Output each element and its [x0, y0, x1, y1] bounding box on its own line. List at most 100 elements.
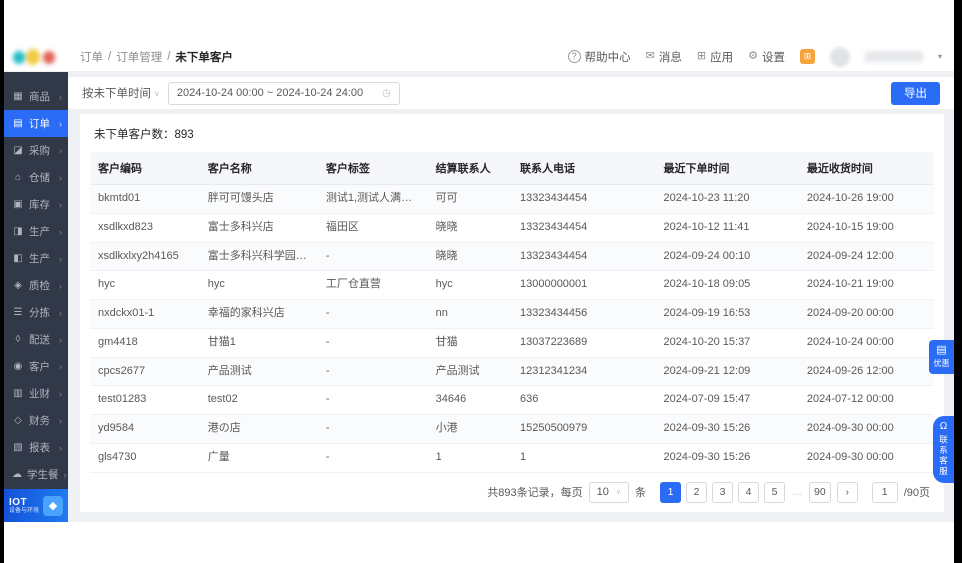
- sidebar-item-reports[interactable]: ▧ 报表 ›: [4, 434, 68, 461]
- table-cell: 港の店: [199, 414, 318, 444]
- chevron-right-icon: ›: [59, 361, 62, 372]
- chevron-down-icon[interactable]: ▾: [938, 52, 942, 61]
- table-cell: 2024-10-20 15:37: [655, 328, 799, 358]
- page-button-5[interactable]: 5: [764, 481, 786, 503]
- sidebar-item-label: 质检: [29, 280, 50, 292]
- student-meals-icon: ☁: [12, 468, 22, 480]
- sidebar-item-sorting[interactable]: ☰ 分拣 ›: [4, 299, 68, 326]
- iot-badge[interactable]: IOT 设备与环境 ◆: [4, 489, 68, 522]
- export-button[interactable]: 导出: [891, 81, 940, 105]
- customer-service-float-button[interactable]: Ω 联系客服: [933, 416, 954, 483]
- sidebar-nav: ▦ 商品 › ▤ 订单 › ◪ 采购 › ⌂ 仓储 › ▣ 库存 › ◨ 生产 › ◧ 生产 › ◈ 质检 › ☰ 分拣 › ◊ 配送 ›…: [4, 72, 68, 488]
- chevron-right-icon: ›: [59, 145, 62, 156]
- total-records-text: 共893条记录，每页: [487, 487, 583, 499]
- table-cell: hyc: [199, 270, 318, 300]
- table-cell: 15250500979: [511, 414, 656, 444]
- page-jump-input[interactable]: [871, 481, 898, 503]
- settings-button[interactable]: ⚙ 设置: [748, 49, 785, 65]
- sidebar-item-goods[interactable]: ▦ 商品 ›: [4, 83, 68, 110]
- sidebar-item-label: 订单: [29, 118, 50, 130]
- chevron-right-icon: ›: [59, 307, 62, 318]
- sidebar-item-warehouse[interactable]: ⌂ 仓储 ›: [4, 164, 68, 191]
- messages-icon: ✉: [645, 50, 655, 62]
- sidebar-item-inventory[interactable]: ▣ 库存 ›: [4, 191, 68, 218]
- page-button-4[interactable]: 4: [738, 481, 760, 503]
- breadcrumb-separator: /: [167, 50, 171, 63]
- column-header: 客户编码: [90, 152, 200, 185]
- sidebar-item-production-1[interactable]: ◨ 生产 ›: [4, 218, 68, 245]
- app-window: 订单 / 订单管理 / 未下单客户 ? 帮助中心 ✉ 消息 ⊞ 应用 ⚙ 设置 ⊞ ▾ ▦ 商品 › ▤ 订单 › ◪…: [4, 0, 954, 563]
- filter-time-dropdown[interactable]: 按未下单时间 ∨: [82, 85, 160, 101]
- sidebar-item-delivery[interactable]: ◊ 配送 ›: [4, 326, 68, 353]
- sidebar-item-quality[interactable]: ◈ 质检 ›: [4, 272, 68, 299]
- breadcrumb-item[interactable]: 订单: [80, 49, 103, 65]
- table-cell: 2024-10-15 19:00: [798, 213, 934, 243]
- sidebar-item-student-meals[interactable]: ☁ 学生餐 ›: [4, 461, 68, 488]
- user-avatar[interactable]: [829, 46, 850, 67]
- table-cell: 2024-10-24 00:00: [798, 328, 934, 358]
- table-cell: 2024-09-24 00:10: [655, 242, 799, 272]
- table-cell: gls4730: [90, 443, 200, 473]
- chevron-right-icon: ›: [59, 253, 62, 264]
- sidebar-item-finance[interactable]: ◇ 财务 ›: [4, 407, 68, 434]
- sidebar-item-business-finance[interactable]: ▥ 业财 ›: [4, 380, 68, 407]
- sidebar-item-purchase[interactable]: ◪ 采购 ›: [4, 137, 68, 164]
- help-center-button[interactable]: ? 帮助中心: [567, 49, 631, 65]
- pagination: 共893条记录，每页 10 ∨ 条 12345 … 90 › /90页: [90, 473, 934, 512]
- table-cell: bkmtd01: [90, 184, 200, 214]
- breadcrumb-item[interactable]: 订单管理: [116, 49, 162, 65]
- warehouse-icon: ⌂: [14, 171, 22, 183]
- table-cell: 12312341234: [511, 357, 656, 387]
- next-page-button[interactable]: ›: [836, 481, 858, 503]
- sidebar-item-label: 分拣: [29, 307, 50, 319]
- table-cell: 2024-09-26 12:00: [798, 357, 934, 387]
- sidebar-item-customers[interactable]: ◉ 客户 ›: [4, 353, 68, 380]
- page-button-3[interactable]: 3: [712, 481, 734, 503]
- sidebar-item-label: 学生餐: [27, 469, 59, 481]
- table-cell: 测试1,测试人满测试A...: [317, 184, 428, 214]
- production-1-icon: ◨: [13, 225, 23, 237]
- sidebar-item-label: 财务: [29, 415, 50, 427]
- table-row: yd9584 港の店 - 小港 15250500979 2024-09-30 15:26 2…: [90, 414, 934, 444]
- table-cell: 福田区: [317, 213, 428, 243]
- chevron-right-icon: ›: [63, 469, 67, 480]
- goods-icon: ▦: [13, 90, 23, 102]
- sidebar-item-label: 报表: [29, 442, 50, 454]
- messages-button[interactable]: ✉ 消息: [646, 49, 682, 65]
- page-size-select[interactable]: 10 ∨: [588, 481, 630, 503]
- purchase-icon: ◪: [13, 144, 23, 156]
- table-cell: hyc: [427, 270, 512, 300]
- table-cell: 13323434454: [511, 184, 656, 214]
- column-header: 客户名称: [199, 152, 318, 185]
- sidebar-item-label: 仓储: [29, 172, 50, 184]
- app-logo[interactable]: [4, 48, 68, 66]
- column-header: 最近下单时间: [655, 152, 799, 185]
- apps-button[interactable]: ⊞ 应用: [697, 49, 733, 65]
- table-cell: yd9584: [90, 414, 200, 444]
- table-cell: 2024-07-09 15:47: [655, 385, 799, 415]
- sidebar-item-orders[interactable]: ▤ 订单 ›: [4, 110, 68, 137]
- chevron-down-icon: ∨: [615, 489, 622, 496]
- table-cell: -: [317, 414, 428, 444]
- sidebar-item-production-2[interactable]: ◧ 生产 ›: [4, 245, 68, 272]
- settings-icon: ⚙: [748, 50, 758, 62]
- date-range-input[interactable]: 2024-10-24 00:00 ~ 2024-10-24 24:00 ◷: [167, 81, 400, 105]
- table-cell: -: [317, 385, 428, 415]
- table-cell: 工厂仓直营: [317, 270, 428, 300]
- page-button-2[interactable]: 2: [686, 481, 708, 503]
- column-header: 最近收货时间: [798, 152, 934, 185]
- page-buttons: 1 2 3 4 5 … 90: [660, 481, 831, 503]
- table-cell: 2024-10-26 19:00: [798, 184, 934, 214]
- inventory-icon: ▣: [13, 198, 23, 210]
- table-cell: 2024-10-18 09:05: [655, 270, 799, 300]
- chevron-right-icon: ›: [59, 172, 62, 183]
- coupon-float-button[interactable]: ▤ 优惠: [929, 340, 954, 374]
- page-button-1[interactable]: 1: [660, 481, 682, 503]
- orange-app-icon[interactable]: ⊞: [799, 49, 815, 64]
- table-cell: 2024-09-30 15:26: [655, 414, 799, 444]
- table-cell: 13037223689: [511, 328, 656, 358]
- chevron-right-icon: ›: [59, 442, 62, 453]
- page-button-90[interactable]: 90: [809, 481, 831, 503]
- sidebar-item-label: 业财: [29, 388, 50, 400]
- table-cell: 2024-09-21 12:09: [655, 357, 799, 387]
